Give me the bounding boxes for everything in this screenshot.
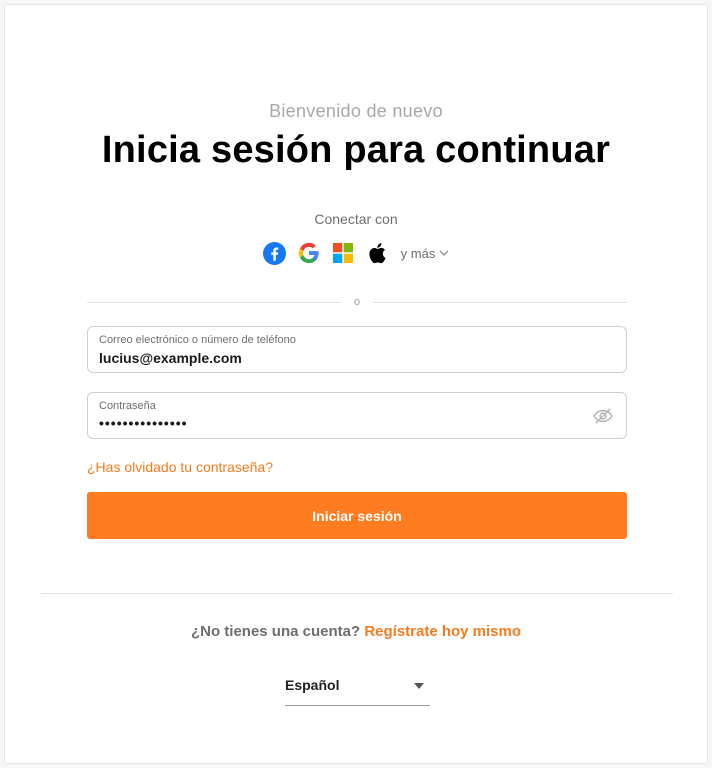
eye-off-icon[interactable]	[592, 407, 614, 425]
password-input[interactable]: •••••••••••••••	[99, 415, 569, 431]
signup-prompt-text: ¿No tienes una cuenta?	[190, 623, 365, 640]
more-providers-button[interactable]: y más	[401, 246, 450, 261]
apple-login-button[interactable]	[365, 241, 389, 265]
connect-with-label: Conectar con	[314, 211, 398, 227]
caret-down-icon	[414, 683, 424, 689]
divider-line-right	[373, 301, 627, 303]
forgot-password-link[interactable]: ¿Has olvidado tu contraseña?	[87, 459, 273, 475]
chevron-down-icon	[439, 250, 449, 256]
email-field-label: Correo electrónico o número de teléfono	[99, 334, 296, 346]
email-input[interactable]	[99, 350, 569, 366]
sign-in-button[interactable]: Iniciar sesión	[87, 492, 627, 539]
divider-text: o	[353, 296, 361, 308]
more-providers-label: y más	[400, 245, 436, 261]
email-field[interactable]: Correo electrónico o número de teléfono	[87, 326, 627, 373]
welcome-subtitle: Bienvenido de nuevo	[269, 101, 443, 121]
password-field[interactable]: Contraseña •••••••••••••••	[87, 392, 627, 439]
microsoft-icon	[332, 243, 353, 263]
apple-icon	[369, 243, 386, 264]
social-login-row: y más	[5, 241, 707, 265]
or-divider: o	[87, 295, 627, 309]
google-icon	[298, 242, 319, 264]
signup-link[interactable]: Regístrate hoy mismo	[364, 623, 521, 640]
footer-divider	[41, 593, 673, 594]
language-select[interactable]: Español	[285, 669, 430, 706]
signup-prompt-row: ¿No tienes una cuenta? Regístrate hoy mi…	[5, 623, 707, 640]
login-card: Bienvenido de nuevo Inicia sesión para c…	[4, 4, 708, 764]
facebook-icon	[263, 241, 287, 265]
google-login-button[interactable]	[297, 241, 321, 265]
facebook-login-button[interactable]	[263, 241, 287, 265]
page-title: Inicia sesión para continuar	[101, 129, 611, 171]
password-field-label: Contraseña	[99, 400, 156, 412]
divider-line-left	[87, 301, 341, 303]
language-selected-value: Español	[285, 677, 340, 693]
microsoft-login-button[interactable]	[331, 241, 355, 265]
